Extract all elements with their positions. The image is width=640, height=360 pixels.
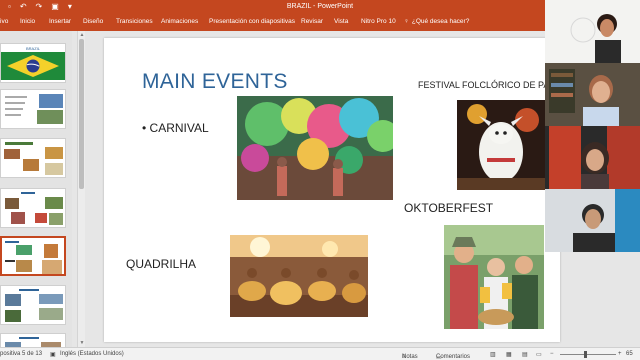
- lightbulb-icon: ♀: [404, 18, 409, 25]
- tab-revisar[interactable]: Revisar: [301, 18, 323, 25]
- slide-thumbnail-4[interactable]: [0, 188, 66, 228]
- tab-nitro[interactable]: Nitro Pro 10: [361, 18, 396, 25]
- tell-me-label: ¿Qué desea hacer?: [411, 18, 470, 25]
- carnival-image: [237, 96, 393, 200]
- tell-me-search[interactable]: ♀ ¿Qué desea hacer?: [404, 18, 469, 25]
- tab-insertar[interactable]: Insertar: [49, 18, 71, 25]
- video-tile-4[interactable]: [545, 189, 640, 252]
- sorter-view-icon[interactable]: ▦: [506, 351, 512, 358]
- tab-inicio[interactable]: Inicio: [20, 18, 35, 25]
- tab-presentacion[interactable]: Presentación con diapositivas: [209, 18, 295, 25]
- zoom-out-icon[interactable]: −: [550, 351, 554, 357]
- video-tile-3[interactable]: [545, 126, 640, 189]
- language-label[interactable]: Inglés (Estados Unidos): [60, 351, 124, 357]
- spellcheck-icon[interactable]: ▣: [50, 351, 56, 358]
- ribbon-tabs: ivo Inicio Insertar Diseño Transiciones …: [0, 14, 640, 31]
- tab-transiciones[interactable]: Transiciones: [116, 18, 153, 25]
- slide-thumbnails-panel[interactable]: BRAZIL: [0, 31, 72, 347]
- oktoberfest-label[interactable]: OKTOBERFEST: [404, 201, 493, 215]
- carnival-bullet[interactable]: • CARNIVAL: [142, 121, 209, 135]
- scrollbar-thumb[interactable]: [79, 39, 84, 189]
- carnival-photo[interactable]: [237, 96, 393, 200]
- participant-2-video: [545, 63, 640, 126]
- reading-view-icon[interactable]: ▤: [522, 351, 528, 358]
- slide-thumbnail-6[interactable]: [0, 285, 66, 325]
- participant-4-video: [545, 189, 640, 252]
- oktoberfest-photo[interactable]: [444, 225, 544, 329]
- zoom-slider-thumb[interactable]: [584, 351, 587, 358]
- scroll-up-icon[interactable]: ▲: [78, 32, 86, 38]
- participant-1-video: [545, 0, 640, 63]
- slide-thumbnail-2[interactable]: [0, 89, 66, 129]
- thumbnails-scrollbar[interactable]: ▲ ▼: [77, 31, 85, 347]
- scroll-down-icon[interactable]: ▼: [78, 340, 86, 346]
- title-bar: ▫ ↶ ↷ ▣ ▾ BRAZIL - PowerPoint: [0, 0, 640, 14]
- slide-thumbnail-3[interactable]: [0, 138, 66, 178]
- oktoberfest-image: [444, 225, 544, 329]
- status-bar: positiva 5 de 13 ▣ Inglés (Estados Unido…: [0, 347, 640, 360]
- festival-photo[interactable]: [457, 100, 545, 190]
- zoom-in-icon[interactable]: +: [618, 351, 622, 357]
- window-title: BRAZIL - PowerPoint: [286, 3, 354, 10]
- quadrilha-label[interactable]: QUADRILHA: [126, 257, 196, 271]
- slide-thumbnail-5[interactable]: [0, 236, 66, 276]
- tab-diseno[interactable]: Diseño: [83, 18, 103, 25]
- tab-file[interactable]: ivo: [0, 18, 8, 25]
- brazil-flag-image: [1, 52, 65, 80]
- slide-thumbnail-1[interactable]: BRAZIL: [0, 43, 66, 83]
- video-tile-1[interactable]: [545, 0, 640, 63]
- festival-image: [457, 100, 545, 190]
- video-tile-2[interactable]: [545, 63, 640, 126]
- zoom-slider[interactable]: [560, 354, 616, 355]
- slide-counter: positiva 5 de 13: [0, 351, 43, 357]
- thumbnail-title: BRAZIL: [25, 46, 40, 51]
- normal-view-icon[interactable]: ▥: [490, 351, 496, 358]
- slide-thumbnail-7[interactable]: [0, 333, 66, 347]
- current-slide[interactable]: MAIN EVENTS • CARNIVAL FESTIVAL FOLCLÓRI…: [104, 38, 562, 342]
- quadrilha-photo[interactable]: [230, 235, 368, 317]
- zoom-level[interactable]: 65: [626, 351, 633, 357]
- slideshow-icon[interactable]: ▭: [536, 351, 542, 358]
- quadrilha-image: [230, 235, 368, 317]
- festival-label[interactable]: FESTIVAL FOLCLÓRICO DE PARE: [418, 80, 562, 90]
- tab-vista[interactable]: Vista: [334, 18, 348, 25]
- tab-animaciones[interactable]: Animaciones: [161, 18, 198, 25]
- slide-title[interactable]: MAIN EVENTS: [142, 70, 288, 94]
- powerpoint-window: ▫ ↶ ↷ ▣ ▾ BRAZIL - PowerPoint ivo Inicio…: [0, 0, 640, 360]
- participant-3-video: [545, 126, 640, 189]
